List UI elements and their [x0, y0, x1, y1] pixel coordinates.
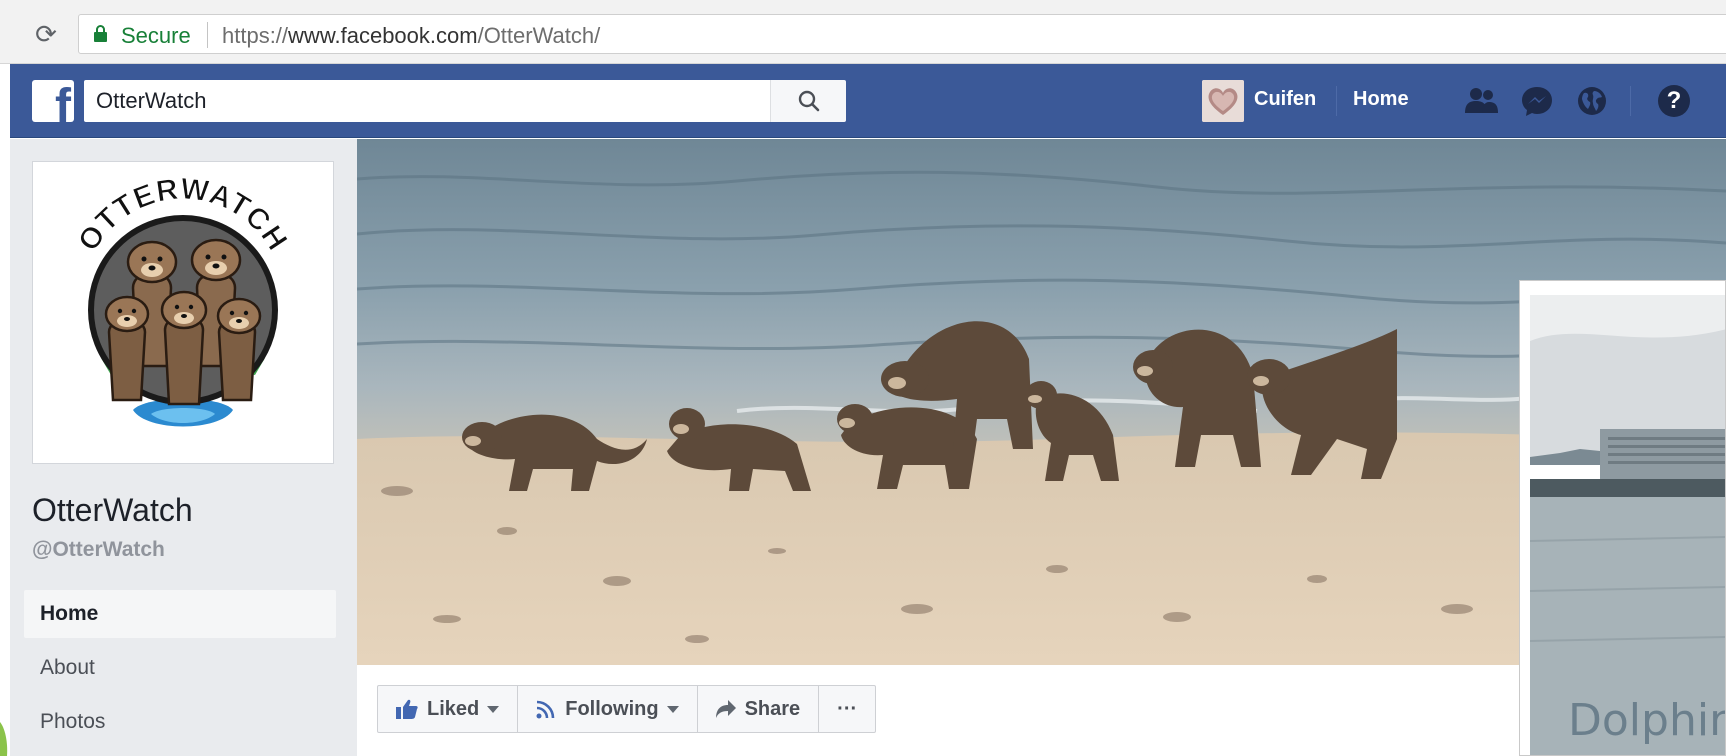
url-divider [207, 22, 208, 48]
page-username[interactable]: @OtterWatch [32, 538, 165, 562]
url-scheme: https:// [222, 23, 289, 48]
reload-icon[interactable]: ⟳ [28, 17, 64, 53]
url-text[interactable]: https://www.facebook.com/OtterWatch/ [222, 23, 600, 49]
url-host: www.facebook.com [288, 23, 478, 48]
profile-link[interactable]: Cuifen [1254, 88, 1316, 111]
nav-divider [1336, 86, 1337, 116]
liked-label: Liked [427, 697, 480, 720]
more-dots-icon: ··· [837, 697, 858, 720]
search-icon [798, 90, 820, 112]
page-title[interactable]: OtterWatch [32, 492, 193, 529]
messages-icon[interactable] [1520, 85, 1554, 117]
friends-icon[interactable] [1464, 85, 1500, 117]
facebook-top-bar: f Cuifen Home ? [10, 64, 1726, 138]
following-label: Following [565, 697, 659, 720]
page-sidebar-nav: Home About Photos [24, 590, 336, 752]
page-profile-picture: OTTERWATCH [41, 170, 325, 455]
chevron-down-icon [666, 705, 679, 713]
search-input[interactable] [84, 80, 770, 122]
help-icon[interactable]: ? [1658, 85, 1690, 117]
video-preview-panel[interactable]: Dolphin [1519, 280, 1726, 756]
chevron-down-icon [487, 705, 500, 713]
profile-picture-frame[interactable]: OTTERWATCH [32, 161, 334, 464]
facebook-logo-icon[interactable]: f [32, 80, 74, 122]
secure-label: Secure [121, 23, 191, 48]
sidebar-item-home[interactable]: Home [24, 590, 336, 638]
browser-toolbar: ⟳ Secure https://www.facebook.com/OtterW… [0, 0, 1726, 64]
share-arrow-icon [715, 700, 736, 718]
thumbs-up-icon [396, 699, 418, 719]
address-bar[interactable]: Secure https://www.facebook.com/OtterWat… [78, 14, 1726, 54]
following-button[interactable]: Following [518, 686, 698, 732]
nav-divider [1630, 86, 1631, 116]
home-link[interactable]: Home [1353, 88, 1409, 111]
notifications-globe-icon[interactable] [1576, 85, 1608, 117]
share-label: Share [744, 697, 801, 720]
lock-icon [94, 25, 107, 42]
url-path: /OtterWatch/ [477, 23, 601, 48]
search-button[interactable] [770, 80, 846, 122]
sidebar-item-photos[interactable]: Photos [24, 698, 336, 746]
more-options-button[interactable]: ··· [819, 686, 875, 732]
avatar[interactable] [1202, 80, 1244, 122]
liked-button[interactable]: Liked [378, 686, 519, 732]
slide-accent-decoration [0, 722, 8, 756]
share-button[interactable]: Share [698, 686, 820, 732]
rss-icon [536, 699, 556, 719]
sidebar-item-about[interactable]: About [24, 644, 336, 692]
action-button-group: Liked Following Share ··· [377, 685, 877, 733]
video-caption: Dolphin [1568, 695, 1726, 746]
